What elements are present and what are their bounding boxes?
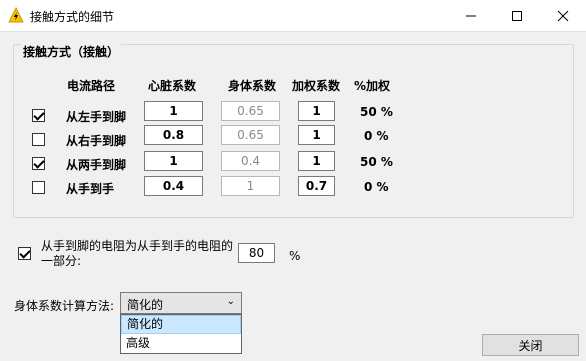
minimize-icon xyxy=(466,15,476,16)
select-value: 简化的 xyxy=(127,298,164,312)
weight-factor-input[interactable]: 1 xyxy=(298,125,335,145)
maximize-icon xyxy=(512,10,522,21)
title-divider xyxy=(0,31,586,32)
calc-method-label: 身体系数计算方法: xyxy=(14,299,115,313)
resistance-unit: % xyxy=(289,249,301,263)
body-factor-field: 0.65 xyxy=(221,125,280,145)
resistance-pct-input[interactable]: 80 xyxy=(238,243,275,263)
calc-method-dropdown: 简化的 高级 xyxy=(120,314,242,354)
row-checkbox-left-hand-foot[interactable] xyxy=(32,109,45,122)
minimize-button[interactable] xyxy=(448,0,494,31)
heart-factor-input[interactable]: 1 xyxy=(144,101,203,121)
weight-pct: 50 % xyxy=(360,105,393,119)
dropdown-option-advanced[interactable]: 高级 xyxy=(121,334,241,353)
header-pct: %加权 xyxy=(354,79,391,93)
group-title: 接触方式（接触） xyxy=(21,43,122,60)
row-checkbox-hand-hand[interactable] xyxy=(32,181,45,194)
calc-method-select[interactable]: 简化的 ⌄ xyxy=(120,292,242,314)
row-label: 从左手到脚 xyxy=(66,110,127,124)
weight-factor-input[interactable]: 0.7 xyxy=(298,176,335,196)
weight-pct: 50 % xyxy=(360,155,393,169)
resistance-label: 从手到脚的电阻为从手到手的电阻的一部分: xyxy=(41,239,234,268)
chevron-down-icon: ⌄ xyxy=(226,296,235,307)
heart-factor-input[interactable]: 1 xyxy=(144,151,203,171)
row-label: 从手到手 xyxy=(66,182,115,196)
resistance-checkbox[interactable] xyxy=(18,247,31,260)
row-label: 从两手到脚 xyxy=(66,158,127,172)
heart-factor-input[interactable]: 0.4 xyxy=(144,176,203,196)
heart-factor-input[interactable]: 0.8 xyxy=(144,125,203,145)
body-factor-field: 1 xyxy=(221,176,280,196)
header-heart: 心脏系数 xyxy=(148,79,197,93)
close-button[interactable]: 关闭 xyxy=(482,334,579,356)
row-checkbox-both-hands-foot[interactable] xyxy=(32,157,45,170)
title-bar: 接触方式的细节 xyxy=(0,0,586,31)
maximize-button[interactable] xyxy=(494,0,540,31)
weight-pct: 0 % xyxy=(364,129,389,143)
row-checkbox-right-hand-foot[interactable] xyxy=(32,133,45,146)
weight-factor-input[interactable]: 1 xyxy=(298,101,335,121)
header-body: 身体系数 xyxy=(228,79,277,93)
lightning-warning-icon xyxy=(8,7,24,23)
body-factor-field: 0.4 xyxy=(221,151,280,171)
body-factor-field: 0.65 xyxy=(221,101,280,121)
header-path: 电流路径 xyxy=(67,79,116,93)
weight-factor-input[interactable]: 1 xyxy=(298,151,335,171)
row-label: 从右手到脚 xyxy=(66,134,127,148)
window-title: 接触方式的细节 xyxy=(30,10,115,24)
weight-pct: 0 % xyxy=(364,180,389,194)
window-close-button[interactable] xyxy=(540,0,586,31)
close-icon xyxy=(557,10,569,21)
header-weight: 加权系数 xyxy=(292,79,341,93)
dropdown-option-simplified[interactable]: 简化的 xyxy=(121,315,241,334)
